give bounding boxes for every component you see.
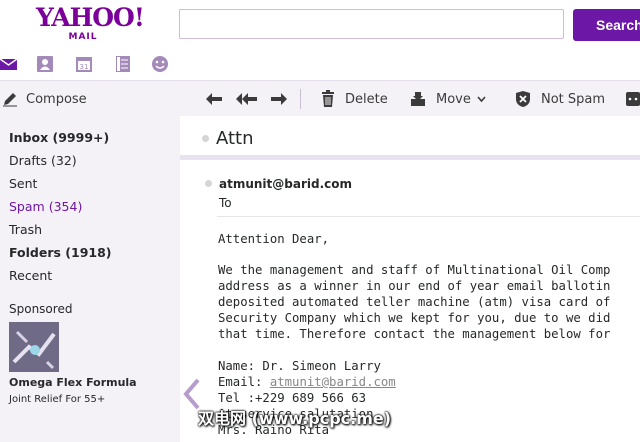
compose-label: Compose [26,91,87,107]
shield-icon [515,90,531,108]
folder-count: (9999+) [52,130,110,145]
ad-title[interactable]: Omega Flex Formula [9,376,137,389]
contact-name: Name: Dr. Simeon Larry [218,359,381,373]
folder-label: Spam [9,199,45,214]
ad-image[interactable] [9,322,59,372]
sidebar-item-sent[interactable]: Sent [9,175,37,193]
folder-count: (32) [51,153,77,168]
message-subject: Attn [216,128,254,149]
folder-label: Drafts [9,153,48,168]
compose-button[interactable]: Compose [2,89,87,109]
contact-email-label: Email: [218,375,270,389]
move-button[interactable]: Move [410,89,486,109]
contacts-icon[interactable] [36,54,56,74]
header: YAHOO! MAIL Search [0,0,640,48]
search-button[interactable]: Search [573,9,640,41]
yahoo-mail-logo[interactable]: YAHOO! MAIL [36,3,145,43]
logo-brand: YAHOO! [36,3,145,32]
move-label: Move [436,91,471,107]
watermark: 双电网 (www.pcpc.me) [198,409,392,428]
more-icon [626,92,640,106]
forward-button[interactable] [270,89,288,109]
folder-count: (1918) [65,245,112,260]
ad-subtitle[interactable]: Joint Relief For 55+ [9,394,105,405]
contact-tel: Tel :+229 689 566 63 [218,391,367,405]
svg-text:31: 31 [80,63,89,71]
compose-bar: Compose [0,80,180,116]
header-divider [217,216,640,217]
app-switcher: 31 [0,48,180,80]
pencil-icon [2,91,18,107]
folder-count: (354) [48,199,83,214]
sender-dot-icon [205,180,212,187]
not-spam-label: Not Spam [541,91,606,107]
contact-email-link[interactable]: atmunit@barid.com [270,375,396,389]
message-from[interactable]: atmunit@barid.com [219,177,352,191]
message-body-line: address as a winner in our end of year e… [218,279,611,293]
forward-icon [270,91,288,107]
sidebar-item-trash[interactable]: Trash [9,221,42,239]
sidebar-item-drafts[interactable]: Drafts (32) [9,152,77,170]
more-button[interactable] [626,89,640,109]
reply-icon [205,91,223,107]
delete-button[interactable]: Delete [321,89,388,109]
message-body-line: that time. Therefore contact the managem… [218,327,611,341]
folder-label: Folders [9,245,61,260]
unread-dot-icon [202,135,209,142]
folder-label: Sent [9,176,38,191]
reply-button[interactable] [205,89,223,109]
sidebar-item-inbox[interactable]: Inbox (9999+) [9,129,109,147]
message-body-line: deposited automated teller machine (atm)… [218,295,611,309]
sidebar-item-spam[interactable]: Spam (354) [9,198,82,216]
messenger-icon[interactable] [151,54,171,74]
chevron-down-icon [477,95,486,103]
subject-bar: Attn [180,116,640,160]
mail-icon[interactable] [0,54,20,74]
reply-all-button[interactable] [236,89,258,109]
contact-email-row: Email: atmunit@barid.com [218,374,396,390]
message-greeting: Attention Dear, [218,232,330,246]
logo-sub: MAIL [68,32,98,42]
folder-label: Inbox [9,130,49,145]
trash-icon [321,90,335,108]
message-toolbar: Delete Move Not Spam [180,80,640,116]
search-input[interactable] [179,9,564,39]
not-spam-button[interactable]: Not Spam [515,89,605,109]
message-body-line: Security Company which we kept for you, … [218,311,611,325]
delete-label: Delete [345,91,388,107]
sidebar-item-recent[interactable]: Recent [9,267,52,285]
message-body-line: We the management and staff of Multinati… [218,263,611,277]
calendar-icon[interactable]: 31 [75,54,95,74]
move-icon [410,91,426,107]
sidebar-item-folders[interactable]: Folders (1918) [9,244,112,262]
message-to[interactable]: To [219,196,232,210]
folder-label: Trash [9,222,43,237]
sponsored-label: Sponsored [9,302,73,316]
toolbar-divider [300,89,301,109]
notepad-icon[interactable] [114,54,134,74]
folder-label: Recent [9,268,53,283]
reply-all-icon [236,91,258,107]
